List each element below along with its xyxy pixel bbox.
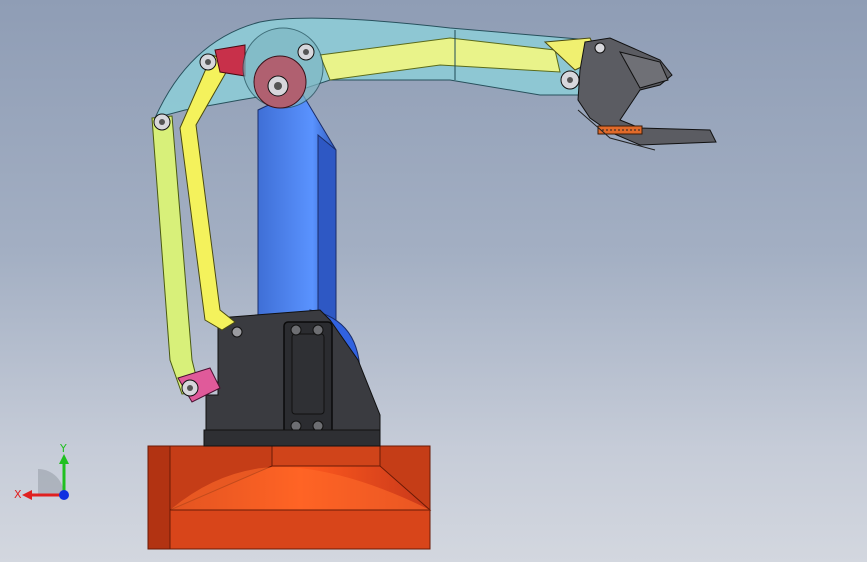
servo-housing[interactable] bbox=[203, 309, 381, 447]
base[interactable] bbox=[147, 445, 432, 550]
y-axis-label: Y bbox=[59, 442, 67, 455]
3d-viewport[interactable]: Y X bbox=[0, 0, 867, 562]
robot-arm-model[interactable] bbox=[0, 0, 867, 562]
x-axis-label: X bbox=[14, 488, 22, 501]
z-axis-dot bbox=[59, 490, 69, 500]
coordinate-triad: Y X bbox=[12, 440, 82, 510]
